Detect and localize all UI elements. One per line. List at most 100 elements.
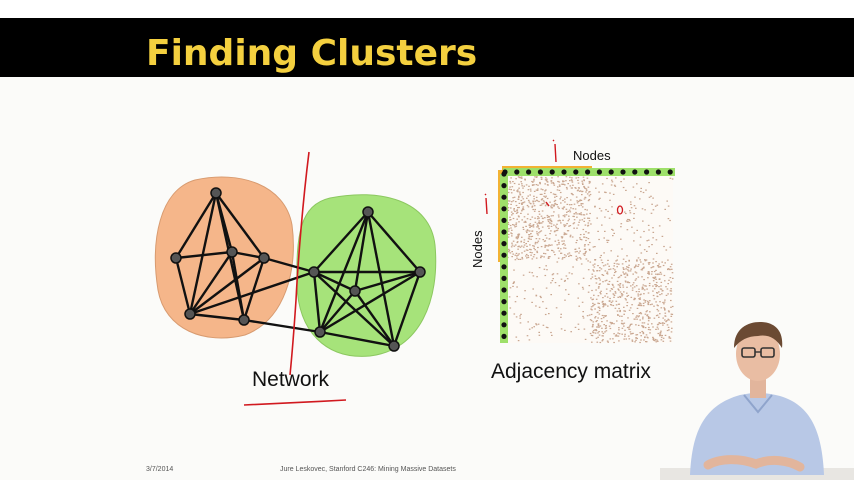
matrix-cell: [520, 181, 522, 183]
matrix-cell: [631, 226, 633, 228]
matrix-cell: [657, 323, 660, 325]
matrix-cell: [623, 306, 625, 308]
matrix-cell: [595, 289, 597, 291]
matrix-cell: [643, 299, 645, 301]
matrix-cell: [555, 225, 557, 227]
matrix-cell: [597, 323, 600, 325]
matrix-cell: [574, 187, 576, 189]
matrix-cell: [589, 193, 592, 196]
matrix-cell: [640, 339, 642, 341]
matrix-cell: [641, 208, 644, 210]
matrix-cell: [530, 236, 532, 238]
matrix-cell: [646, 250, 648, 252]
matrix-cell: [617, 332, 619, 334]
matrix-cell: [578, 221, 580, 223]
matrix-cell: [633, 217, 635, 219]
matrix-cell: [602, 274, 605, 276]
matrix-cell: [628, 260, 630, 262]
matrix-cell: [638, 291, 640, 293]
matrix-cell: [621, 263, 624, 265]
matrix-cell: [543, 256, 545, 258]
matrix-cell: [653, 298, 656, 300]
ink-underline: [243, 399, 347, 406]
matrix-cell: [581, 194, 583, 196]
matrix-cell: [574, 248, 577, 250]
matrix-cell: [666, 200, 668, 202]
matrix-cell: [628, 282, 631, 284]
matrix-cell: [531, 216, 534, 218]
matrix-cell: [614, 271, 616, 274]
matrix-cell: [621, 327, 624, 329]
matrix-cell: [645, 334, 648, 336]
node: [238, 314, 250, 326]
matrix-cell: [597, 332, 599, 334]
matrix-cell: [583, 180, 585, 182]
matrix-cell: [647, 224, 650, 226]
matrix-cell: [653, 277, 656, 280]
matrix-cell: [643, 339, 645, 341]
matrix-cell: [517, 176, 520, 178]
matrix-node-dot: [608, 169, 614, 175]
matrix-cell: [645, 189, 647, 191]
matrix-cell: [569, 180, 571, 182]
matrix-cell: [594, 317, 596, 319]
matrix-cell: [611, 300, 614, 302]
matrix-cell: [621, 294, 624, 296]
matrix-cell: [516, 241, 519, 244]
matrix-cell: [538, 228, 540, 230]
matrix-cell: [583, 236, 585, 238]
matrix-cell: [617, 296, 619, 298]
matrix-cell: [635, 272, 638, 274]
matrix-cell: [581, 190, 584, 192]
top-strip: [0, 0, 854, 18]
matrix-cell: [546, 214, 549, 217]
matrix-cell: [608, 280, 611, 283]
matrix-cell: [639, 198, 641, 200]
matrix-cell: [597, 324, 600, 327]
matrix-cell: [623, 291, 625, 293]
matrix-cell: [644, 209, 646, 211]
matrix-cell: [526, 257, 528, 259]
matrix-cell: [519, 315, 521, 317]
matrix-cell: [636, 318, 638, 320]
matrix-cell: [667, 268, 669, 271]
node: [170, 252, 182, 264]
matrix-cell: [511, 214, 513, 216]
matrix-cell: [584, 338, 587, 340]
matrix-cell: [512, 217, 515, 220]
matrix-cell: [600, 254, 602, 257]
matrix-cell: [647, 300, 649, 302]
matrix-cell: [548, 244, 550, 246]
matrix-cell: [619, 283, 622, 285]
matrix-cell: [522, 206, 525, 208]
matrix-cell: [569, 211, 572, 213]
matrix-cell: [551, 177, 553, 179]
matrix-cell: [633, 205, 636, 207]
matrix-cell: [546, 216, 549, 218]
matrix-cell: [586, 213, 588, 215]
matrix-cell: [536, 218, 539, 220]
matrix-cell: [622, 268, 625, 270]
matrix-cell: [658, 273, 661, 275]
matrix-cell: [573, 222, 576, 224]
matrix-cell: [597, 311, 599, 313]
matrix-cell: [547, 257, 550, 259]
matrix-cell: [535, 324, 538, 326]
matrix-cell: [651, 271, 653, 273]
matrix-cell: [652, 197, 654, 199]
matrix-cell: [582, 288, 585, 290]
matrix-cell: [528, 339, 531, 341]
matrix-cell: [641, 288, 644, 290]
matrix-cell: [550, 282, 552, 284]
matrix-cell: [597, 326, 599, 328]
matrix-cell: [544, 240, 547, 242]
matrix-cell: [540, 204, 543, 206]
matrix-cell: [567, 253, 569, 255]
matrix-cell: [641, 322, 644, 324]
matrix-cell: [633, 297, 636, 299]
matrix-cell: [584, 252, 586, 255]
matrix-cell: [515, 225, 518, 227]
matrix-cell: [621, 320, 623, 322]
matrix-cell: [607, 259, 609, 261]
matrix-cell: [576, 216, 578, 218]
